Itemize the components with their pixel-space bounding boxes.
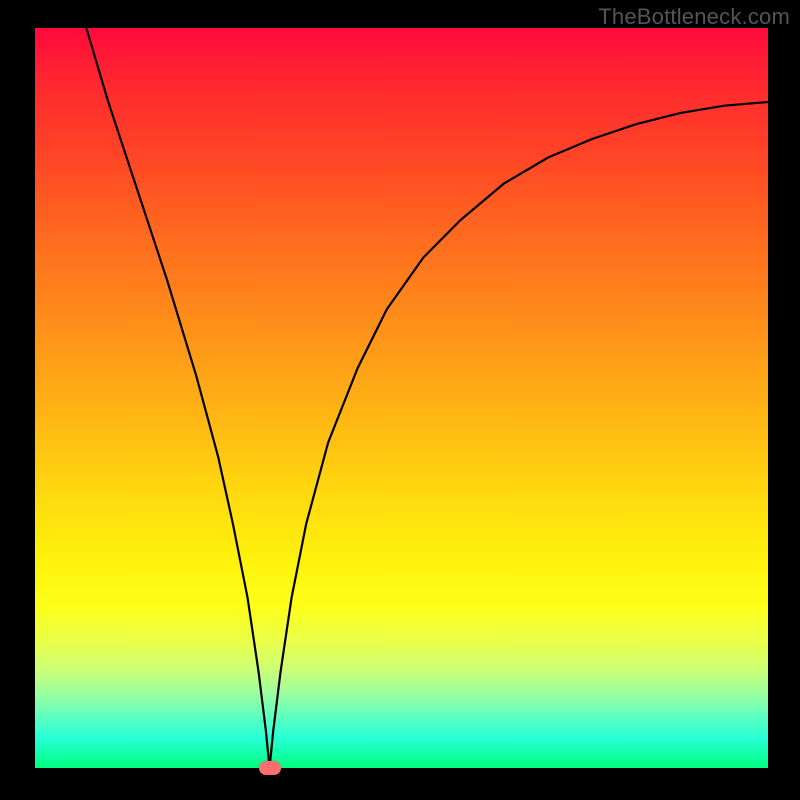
plot-area	[35, 28, 768, 768]
watermark-text: TheBottleneck.com	[598, 4, 790, 30]
chart-frame: TheBottleneck.com	[0, 0, 800, 800]
current-point-marker	[259, 761, 281, 775]
bottleneck-curve	[35, 28, 768, 768]
